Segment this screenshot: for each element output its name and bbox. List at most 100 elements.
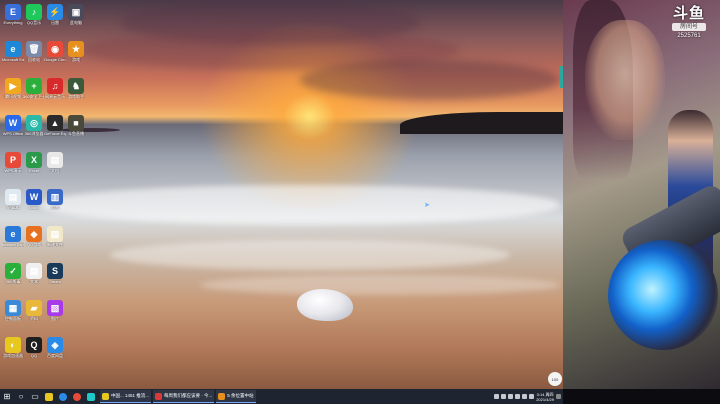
desktop-wallpaper: EEverything♪QQ音乐⚡迅雷▣此电脑 eMicrosoft Edge🗑回… — [0, 0, 563, 389]
desktop-icon[interactable]: ★ 游戏 — [65, 41, 87, 62]
pinned-app-icon[interactable] — [70, 390, 84, 403]
wallpaper-wave — [40, 185, 560, 225]
desktop-icon[interactable]: ▤ 文档 — [44, 152, 66, 173]
desktop-icon[interactable]: ▲GeForce Experience — [44, 115, 66, 136]
desktop-icon[interactable]: ♫ 网易云音乐 — [44, 78, 66, 99]
desktop-icon[interactable]: eInternet Explorer — [2, 226, 24, 247]
desktop-icon-label: 新建文件 — [47, 242, 63, 247]
desktop-icon-label: 图片 — [51, 316, 59, 321]
taskbar-app-button[interactable]: 每周我们都应该要 · 今... — [153, 390, 215, 403]
desktop-app-icon: ◉ — [47, 41, 63, 57]
desktop-icon-label: QQ — [30, 353, 38, 358]
desktop-icon[interactable]: ◉Google Chrome — [44, 41, 66, 62]
desktop-icon[interactable]: E Everything — [2, 4, 24, 25]
taskbar-clock[interactable]: 3:14 周四 2021/4/29 — [536, 392, 554, 402]
search-icon[interactable]: ○ — [14, 390, 28, 403]
desktop-icon[interactable]: ♞ 游戏助手 — [65, 78, 87, 99]
start-button[interactable]: ⊞ — [0, 390, 14, 403]
pinned-app-icon[interactable] — [84, 390, 98, 403]
desktop-app-icon: S — [47, 263, 63, 279]
desktop-icon[interactable]: ♪ QQ音乐 — [23, 4, 45, 25]
clock-time: 3:14 周四 — [536, 391, 554, 397]
desktop-app-icon: Q — [26, 337, 42, 353]
desktop-app-icon: 🗑 — [26, 41, 42, 57]
desktop-icon[interactable]: W WPS Office — [2, 115, 24, 136]
desktop-icon-label: 百度网盘 — [47, 353, 63, 358]
desktop-icon[interactable]: ⚡ 迅雷 — [44, 4, 66, 25]
desktop-icon[interactable]: ▦ 控制面板 — [2, 300, 24, 321]
desktop-icon-label: 控制面板 — [5, 316, 21, 321]
desktop-icon-label: 360安全卫士 — [23, 94, 45, 99]
douyu-room-badge: 斗鱼 房间号 2525761 — [666, 6, 712, 46]
desktop-icon[interactable]: S Steam — [44, 263, 66, 284]
desktop-icon[interactable]: ◎ 360浏览器 — [23, 115, 45, 136]
desktop-icon[interactable]: ◆ QQ游戏 — [23, 226, 45, 247]
task-view-button[interactable]: ▭ — [28, 390, 42, 403]
tray-icon[interactable] — [501, 394, 507, 399]
desktop-icon[interactable]: ▤ 文本 — [23, 263, 45, 284]
desktop-icon-label: 腾讯视频 — [5, 94, 21, 99]
taskbar-app-label: 每周我们都应该要 · 今... — [164, 393, 213, 398]
desktop-icon[interactable]: 🗑 回收站 — [23, 41, 45, 62]
system-tray: 3:14 周四 2021/4/29 — [494, 389, 561, 404]
desktop-app-icon: W — [26, 189, 42, 205]
wallpaper-wave — [110, 240, 510, 270]
desktop-icon[interactable]: ▧ 图片 — [44, 300, 66, 321]
stream-panel-footer — [563, 389, 720, 404]
desktop-icon[interactable]: ✓ 360杀毒 — [2, 263, 24, 284]
desktop-icon-label: 游戏助手 — [68, 94, 84, 99]
room-number-label: 房间号 — [672, 23, 706, 31]
desktop-icon[interactable]: ▤ 新建文件 — [44, 226, 66, 247]
app-icon — [102, 392, 109, 400]
wallpaper-wave — [200, 275, 560, 295]
desktop-app-icon: E — [5, 4, 21, 20]
desktop-app-icon: ▶ — [5, 78, 21, 94]
desktop-app-icon: ▤ — [5, 189, 21, 205]
desktop-app-icon: ▤ — [47, 226, 63, 242]
desktop-icon-label: 资料 — [30, 316, 38, 321]
desktop-icon[interactable]: ▤ 记事本 — [2, 189, 24, 210]
desktop-icon-label: Steam — [49, 279, 61, 284]
desktop-app-icon: ♫ — [47, 78, 63, 94]
taskbar-app-button[interactable]: 5 余位置中站 — [216, 390, 256, 403]
desktop-icon[interactable]: ▥ 设置 — [44, 189, 66, 210]
desktop-icon[interactable]: ◈ 百度网盘 — [44, 337, 66, 358]
notification-icon[interactable] — [556, 394, 561, 399]
desktop-app-icon: ■ — [68, 115, 84, 131]
taskbar: ⊞ ○ ▭ 中国... 1451 推流... 每周我们都应该要 · 今... 5 余… — [0, 389, 563, 404]
desktop-app-icon: W — [5, 115, 21, 131]
floating-assistant-button[interactable]: 100 — [548, 372, 562, 386]
pinned-app-icon[interactable] — [42, 390, 56, 403]
desktop-icon[interactable]: ◐ 游戏加速器 — [2, 337, 24, 358]
desktop-icon-label: Word — [29, 205, 39, 210]
desktop-icon[interactable]: ▣ 此电脑 — [65, 4, 87, 25]
pinned-app-icon[interactable] — [56, 390, 70, 403]
volume-icon[interactable] — [522, 394, 528, 399]
tray-icon[interactable] — [508, 394, 514, 399]
desktop-icon[interactable]: P WPS演示 — [2, 152, 24, 173]
desktop-app-icon: ▣ — [68, 4, 84, 20]
input-method-icon[interactable] — [529, 394, 535, 399]
desktop-icon[interactable]: +360安全卫士 — [23, 78, 45, 99]
desktop-icon[interactable]: ■ 斗鱼直播 — [65, 115, 87, 136]
desktop-icon[interactable]: ▰ 资料 — [23, 300, 45, 321]
desktop-icon-label: 文档 — [51, 168, 59, 173]
desktop-icon-label: Google Chrome — [44, 57, 66, 62]
desktop-icon-label: WPS演示 — [4, 168, 22, 173]
desktop-icon[interactable]: W Word — [23, 189, 45, 210]
character-face — [585, 20, 665, 140]
desktop-icon[interactable]: ▶ 腾讯视频 — [2, 78, 24, 99]
desktop-icon[interactable]: X Excel — [23, 152, 45, 173]
desktop-icon[interactable]: eMicrosoft Edge — [2, 41, 24, 62]
room-id: 2525761 — [677, 33, 701, 39]
desktop-icon-label: 记事本 — [7, 205, 19, 210]
tray-icon[interactable] — [494, 394, 500, 399]
desktop-app-icon: P — [5, 152, 21, 168]
network-icon[interactable] — [515, 394, 521, 399]
wallpaper-cloud — [300, 60, 560, 100]
desktop-icon-label: WPS Office — [2, 131, 24, 136]
taskbar-app-button[interactable]: 中国... 1451 推流... — [100, 390, 152, 403]
desktop-app-icon: e — [5, 226, 21, 242]
desktop-icon-label: 游戏加速器 — [3, 353, 23, 358]
desktop-icon[interactable]: Q QQ — [23, 337, 45, 358]
